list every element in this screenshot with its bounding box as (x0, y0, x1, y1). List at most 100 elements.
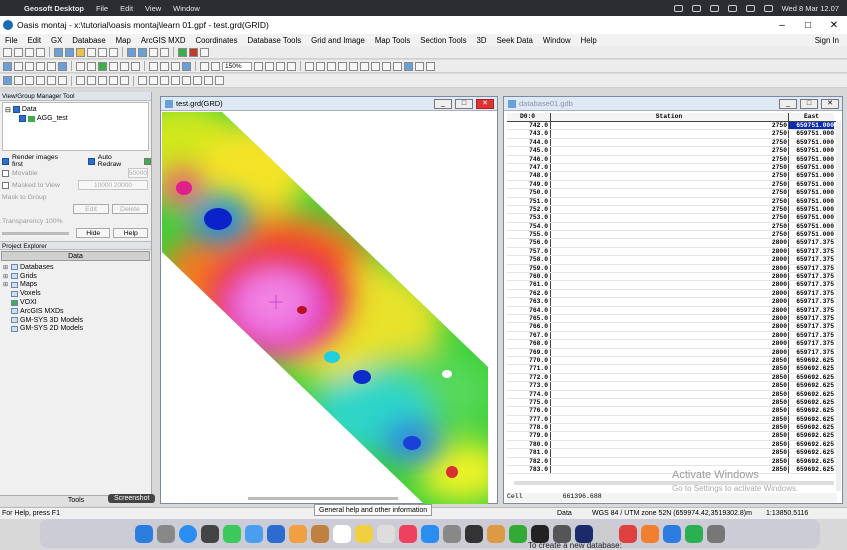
table-row[interactable]: 769.0 2800 659717.375 (507, 348, 837, 357)
grid-maximize-button[interactable]: □ (455, 98, 473, 109)
table-row[interactable]: 752.0 2750 659751.000 (507, 205, 837, 215)
info-icon[interactable] (131, 61, 140, 71)
cell-east[interactable]: 659751.000 (789, 164, 834, 171)
screenshot-icon[interactable] (201, 524, 219, 543)
rectangle-icon[interactable] (338, 61, 347, 71)
project-item-maps[interactable]: ⊞ Maps (0, 281, 151, 290)
grid-close-button[interactable]: ✕ (476, 98, 494, 109)
cell-d0[interactable]: 768.0 (507, 340, 551, 348)
table-row[interactable]: 773.0 2850 659692.625 (507, 382, 837, 391)
db-minimize-button[interactable]: _ (779, 98, 797, 109)
menu-arcgis-mxd[interactable]: ArcGIS MXD (136, 36, 191, 45)
cell-station[interactable]: 2800 (551, 289, 789, 298)
cell-east[interactable]: 659717.375 (789, 349, 834, 356)
table-row[interactable]: 770.0 2850 659692.625 (507, 356, 837, 366)
cell-station[interactable]: 2800 (551, 281, 789, 289)
wifi-icon[interactable] (745, 4, 755, 12)
cell-d0[interactable]: 753.0 (507, 214, 551, 222)
database-icon[interactable] (54, 47, 63, 57)
image-icon[interactable] (109, 61, 118, 71)
zoom-fit-icon[interactable] (254, 61, 263, 71)
menu-3d[interactable]: 3D (472, 36, 492, 45)
table-row[interactable]: 758.0 2800 659717.375 (507, 256, 837, 265)
cell-station[interactable]: 2800 (551, 323, 789, 331)
opera-icon[interactable] (619, 524, 637, 543)
cell-d0[interactable]: 776.0 (507, 407, 551, 415)
hand-icon[interactable] (149, 61, 158, 71)
table-row[interactable]: 775.0 2850 659692.625 (507, 398, 837, 408)
refresh-icon[interactable] (58, 61, 67, 71)
project-item-databases[interactable]: ⊞ Databases (0, 263, 151, 272)
cell-station[interactable]: 2800 (551, 314, 789, 323)
cell-east[interactable]: 659717.375 (789, 248, 834, 255)
cell-east[interactable]: 659692.625 (789, 449, 834, 456)
cell-d0[interactable]: 746.0 (507, 155, 551, 163)
cell-station[interactable]: 2850 (551, 373, 789, 382)
circle-icon[interactable] (360, 61, 369, 71)
cut-icon[interactable] (87, 47, 96, 57)
search-icon[interactable] (763, 4, 773, 12)
box-icon[interactable] (709, 4, 719, 12)
cell-station[interactable]: 2750 (551, 147, 789, 155)
cell-d0[interactable]: 763.0 (507, 298, 551, 306)
cell-station[interactable]: 2850 (551, 365, 789, 373)
paste-icon[interactable] (109, 47, 118, 57)
print-icon[interactable] (36, 47, 45, 57)
mac-menu-file[interactable]: File (96, 4, 108, 13)
cell-station[interactable]: 2850 (551, 356, 789, 365)
cell-d0[interactable]: 771.0 (507, 365, 551, 373)
cell-d0[interactable]: 743.0 (507, 130, 551, 138)
menu-map[interactable]: Map (111, 36, 136, 45)
cell-d0[interactable]: 748.0 (507, 172, 551, 180)
tree-item-agg[interactable]: AGG_test (5, 114, 146, 123)
auto-redraw-checkbox[interactable] (87, 157, 95, 165)
cell-station[interactable]: 2750 (551, 155, 789, 163)
settings-icon[interactable] (443, 524, 461, 543)
cell-d0[interactable]: 759.0 (507, 264, 551, 273)
table-row[interactable]: 774.0 2850 659692.625 (507, 390, 837, 399)
cell-d0[interactable]: 742.0 (507, 122, 551, 130)
cell-east[interactable]: 659751.000 (789, 156, 834, 163)
col-header-d0[interactable]: D0:0 (507, 113, 551, 121)
table-row[interactable]: 777.0 2850 659692.625 (507, 415, 837, 425)
cell-station[interactable]: 2850 (551, 440, 789, 449)
mac-menu-edit[interactable]: Edit (120, 4, 133, 13)
cell-d0[interactable]: 778.0 (507, 424, 551, 432)
table-row[interactable]: 771.0 2850 659692.625 (507, 365, 837, 374)
cell-station[interactable]: 2750 (551, 172, 789, 180)
cell-d0[interactable]: 775.0 (507, 398, 551, 407)
close-icon[interactable]: ✕ (821, 20, 847, 31)
cell-d0[interactable]: 783.0 (507, 466, 551, 474)
data-checkbox[interactable] (12, 106, 20, 113)
cell-d0[interactable]: 749.0 (507, 180, 551, 189)
table-row[interactable]: 762.0 2800 659717.375 (507, 289, 837, 299)
cell-east[interactable]: 659717.375 (789, 290, 834, 297)
table-row[interactable]: 748.0 2750 659751.000 (507, 172, 837, 181)
cell-station[interactable]: 2850 (551, 407, 789, 415)
project-item-arcgis[interactable]: ArcGIS MXDs (0, 307, 151, 316)
maximize-icon[interactable]: □ (795, 20, 821, 31)
cell-station[interactable]: 2750 (551, 205, 789, 214)
zoom-box-icon[interactable] (200, 61, 209, 71)
cell-station[interactable]: 2850 (551, 390, 789, 398)
menu-coordinates[interactable]: Coordinates (190, 36, 242, 45)
cell-east[interactable]: 659751.000 (789, 147, 834, 154)
row-icon[interactable] (36, 76, 45, 85)
cell-east[interactable]: 659717.375 (789, 281, 834, 288)
cell-east[interactable]: 659717.375 (789, 315, 834, 322)
cell-east[interactable]: 659751.000 (789, 231, 834, 238)
group-objects-icon[interactable] (193, 76, 202, 85)
cell-station[interactable]: 2800 (551, 264, 789, 273)
cell-station[interactable]: 2750 (551, 222, 789, 231)
table-row[interactable]: 755.0 2750 659751.000 (507, 231, 837, 240)
table-row[interactable]: 761.0 2800 659717.375 (507, 281, 837, 290)
cell-station[interactable]: 2750 (551, 197, 789, 205)
cell-d0[interactable]: 781.0 (507, 449, 551, 457)
text-icon[interactable] (393, 61, 402, 71)
symbol-icon[interactable] (382, 61, 391, 71)
fit-icon[interactable] (47, 61, 56, 71)
mac-app-name[interactable]: Geosoft Desktop (24, 4, 84, 13)
table-row[interactable]: 780.0 2850 659692.625 (507, 440, 837, 450)
view-icon[interactable] (76, 61, 85, 71)
cell-d0[interactable]: 754.0 (507, 222, 551, 231)
